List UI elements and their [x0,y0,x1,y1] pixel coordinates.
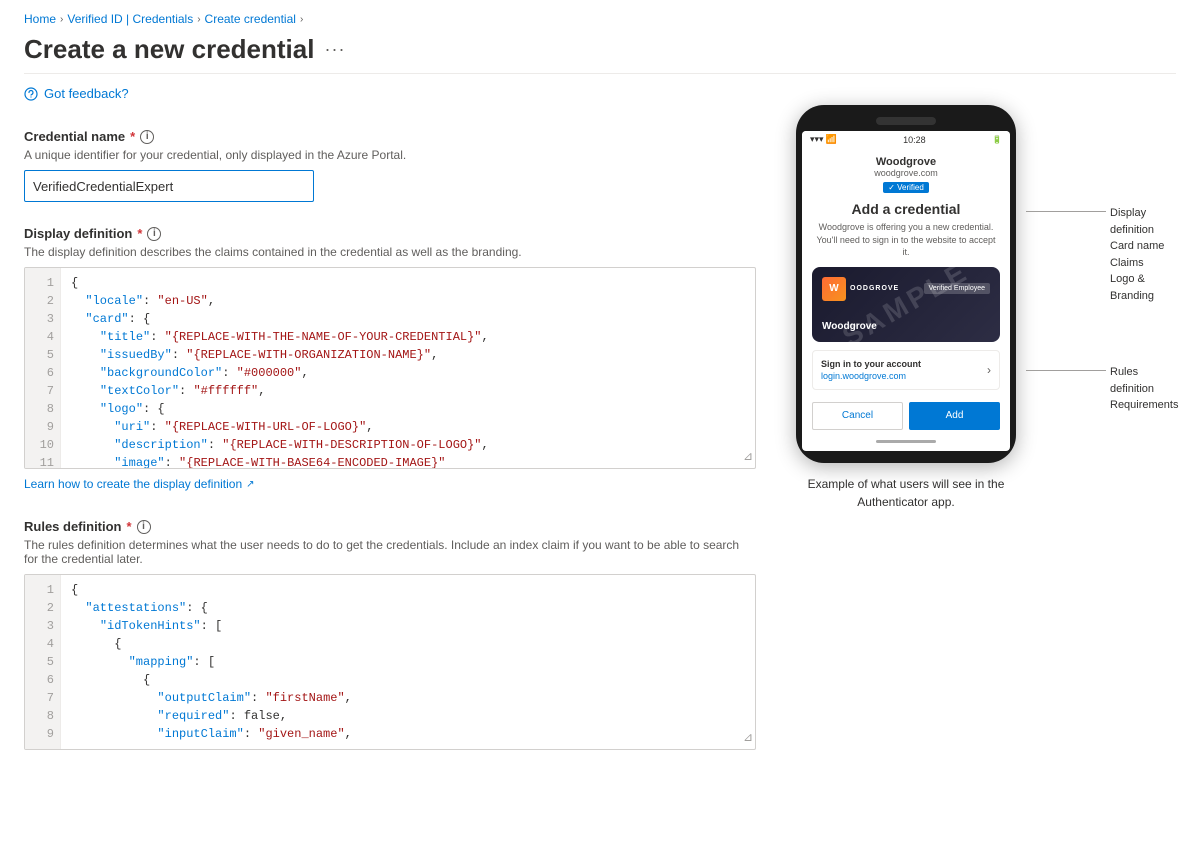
rules-code-body[interactable]: { "attestations": { "idTokenHints": [ { … [61,575,755,749]
phone-signin-link: login.woodgrove.com [821,371,987,381]
page-more-button[interactable]: ··· [324,39,345,60]
breadcrumb-create-credential[interactable]: Create credential [205,12,296,26]
display-annotation-text: Display definition Card name Claims Logo… [1106,205,1164,304]
display-definition-section: Display definition * i The display defin… [24,226,756,491]
cred-type-label: Verified Employee [924,283,990,294]
breadcrumb-sep2: › [197,14,200,25]
form-area: Credential name * i A unique identifier … [24,105,756,750]
cred-logo-text: OODGROVE [850,285,899,292]
display-line-numbers: 1234567891011 [25,268,61,468]
phone-time: 10:28 [903,135,926,145]
required-star-rules: * [127,519,132,534]
phone-signin-left: Sign in to your account login.woodgrove.… [821,359,987,381]
main-content: Home › Verified ID | Credentials › Creat… [0,0,1200,845]
resize-handle[interactable]: ⊿ [743,448,753,466]
phone-cancel-button[interactable]: Cancel [812,402,903,430]
breadcrumb-sep3: › [300,14,303,25]
rules-definition-section: Rules definition * i The rules definitio… [24,519,756,750]
required-star-display: * [137,226,142,241]
phone-caption: Example of what users will see in the Au… [796,475,1016,511]
phone-org-domain: woodgrove.com [812,168,1000,178]
credential-name-label: Credential name * i [24,129,756,144]
phone-status-icons: 🔋 [992,135,1002,144]
credential-name-desc: A unique identifier for your credential,… [24,148,756,162]
display-definition-editor[interactable]: 1234567891011 { "locale": "en-US", "card… [24,267,756,469]
phone-frame: ▾▾▾ 📶 10:28 🔋 Woodgrove woodgrove.com [796,105,1016,463]
phone-org-name: Woodgrove [812,156,1000,168]
phone-notch [876,117,936,125]
rules-annotation-line [1026,370,1106,371]
external-link-icon: ↗ [246,479,254,490]
annotations-container: Display definition Card name Claims Logo… [1026,205,1178,414]
required-star-name: * [130,129,135,144]
rules-annotation-text: Rules definition Requirements [1106,364,1178,414]
content-layout: Credential name * i A unique identifier … [24,105,1176,750]
credential-card: W OODGROVE Verified Employee Woodgrove S… [812,267,1000,342]
phone-signin-text: Sign in to your account [821,359,987,369]
feedback-icon [24,87,38,101]
credential-name-section: Credential name * i A unique identifier … [24,129,756,202]
phone-wrapper: ▾▾▾ 📶 10:28 🔋 Woodgrove woodgrove.com [796,105,1016,463]
phone-signin: Sign in to your account login.woodgrove.… [812,350,1000,390]
credential-name-info-icon[interactable]: i [140,130,154,144]
phone-add-credential-title: Add a credential [812,201,1000,217]
display-annotation: Display definition Card name Claims Logo… [1026,205,1178,304]
phone-signin-chevron: › [987,363,991,377]
rules-definition-editor[interactable]: 123456789 { "attestations": { "idTokenHi… [24,574,756,750]
rules-definition-info-icon[interactable]: i [137,520,151,534]
cred-card-header: W OODGROVE Verified Employee [822,277,990,301]
rules-resize-handle[interactable]: ⊿ [743,729,753,747]
breadcrumb: Home › Verified ID | Credentials › Creat… [24,0,1176,34]
phone-home-bar [876,440,936,443]
verified-badge-center: ✓ Verified [812,182,1000,201]
rules-annotation: Rules definition Requirements [1026,364,1178,414]
display-annotation-line [1026,211,1106,212]
phone-signal: ▾▾▾ 📶 [810,134,837,145]
display-definition-desc: The display definition describes the cla… [24,245,756,259]
rules-definition-label: Rules definition * i [24,519,756,534]
page-title: Create a new credential [24,34,314,65]
cred-logo-w: W [822,277,846,301]
feedback-label: Got feedback? [44,86,129,101]
display-code-body[interactable]: { "locale": "en-US", "card": { "title": … [61,268,755,468]
phone-add-button[interactable]: Add [909,402,1000,430]
phone-status-bar: ▾▾▾ 📶 10:28 🔋 [802,131,1010,148]
cred-org: Woodgrove [822,321,990,332]
verified-badge: ✓ Verified [883,182,929,193]
breadcrumb-sep1: › [60,14,63,25]
phone-add-credential-subtitle: Woodgrove is offering you a new credenti… [812,221,1000,259]
phone-content: Woodgrove woodgrove.com ✓ Verified Add a… [802,148,1010,451]
title-divider [24,73,1176,74]
feedback-button[interactable]: Got feedback? [24,86,1176,101]
credential-name-input[interactable] [24,170,314,202]
display-definition-info-icon[interactable]: i [147,227,161,241]
display-definition-label: Display definition * i [24,226,756,241]
cred-logo-area: W OODGROVE [822,277,899,301]
learn-display-link[interactable]: Learn how to create the display definiti… [24,477,255,491]
rules-line-numbers: 123456789 [25,575,61,749]
breadcrumb-home[interactable]: Home [24,12,56,26]
phone-buttons: Cancel Add [812,398,1000,436]
rules-definition-desc: The rules definition determines what the… [24,538,756,566]
phone-annotations-area: ▾▾▾ 📶 10:28 🔋 Woodgrove woodgrove.com [796,105,1176,511]
breadcrumb-verified-id[interactable]: Verified ID | Credentials [67,12,193,26]
page-title-row: Create a new credential ··· [24,34,1176,65]
phone-screen: ▾▾▾ 📶 10:28 🔋 Woodgrove woodgrove.com [802,131,1010,451]
